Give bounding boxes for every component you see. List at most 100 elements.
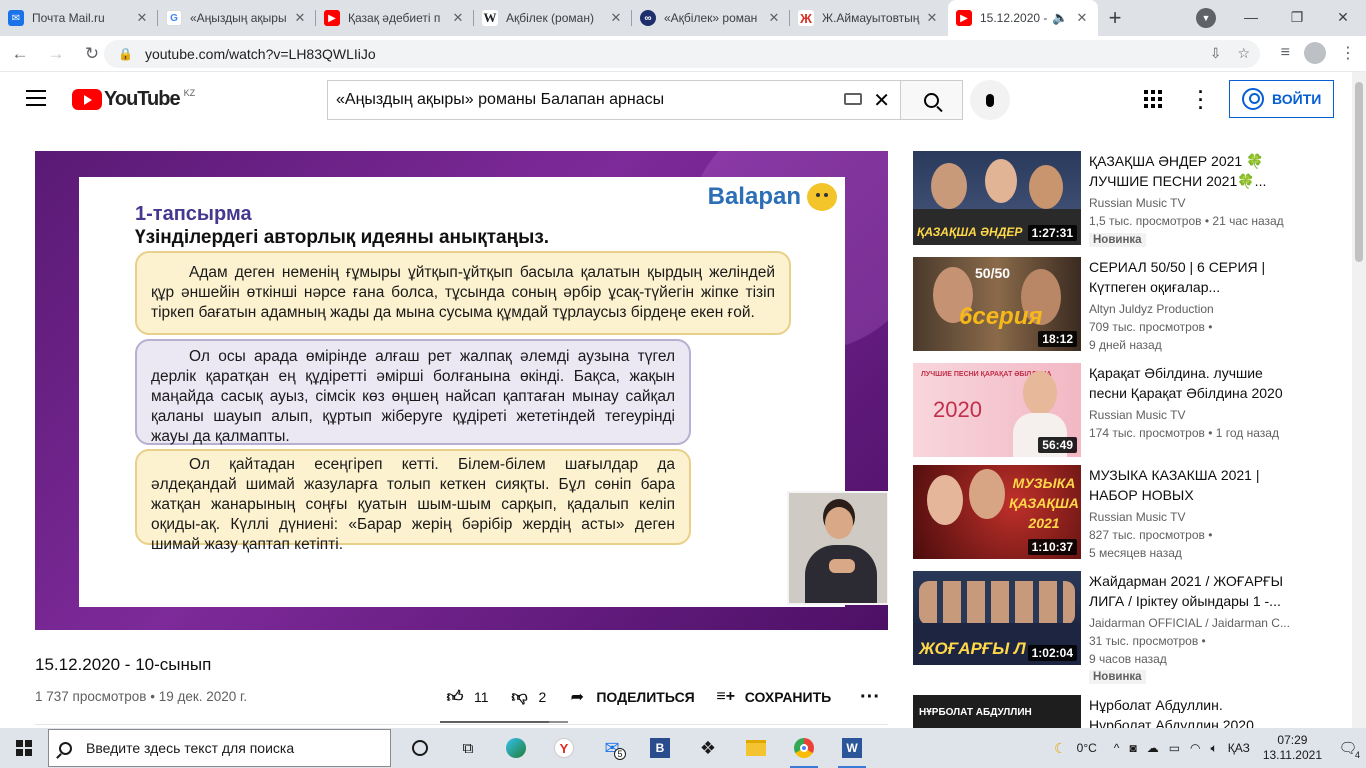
- edge-icon[interactable]: [492, 728, 540, 768]
- word-icon[interactable]: W: [828, 728, 876, 768]
- taskbar-search-input[interactable]: Введите здесь текст для поиска: [48, 729, 391, 767]
- recommended-video[interactable]: ҚАЗАҚША ӘНДЕР 1:27:31 ҚАЗАҚША ӘНДЕР 2021…: [913, 151, 1333, 247]
- start-button[interactable]: [0, 728, 48, 768]
- browser-tab-site[interactable]: ∞ «Ақбілек» роман ✕: [632, 0, 790, 36]
- browser-tab-active[interactable]: ▶ 15.12.2020 - 🔈 ✕: [948, 0, 1098, 36]
- google-icon: G: [166, 10, 182, 26]
- video-thumbnail[interactable]: ҚАЗАҚША ӘНДЕР 1:27:31: [913, 151, 1081, 245]
- tray-expand-icon[interactable]: ^: [1114, 741, 1120, 755]
- new-tab-button[interactable]: +: [1098, 0, 1132, 36]
- video-thumbnail[interactable]: МУЗЫКА ҚАЗАҚША 2021 1:10:37: [913, 465, 1081, 559]
- save-button[interactable]: ≡+ СОХРАНИТЬ: [716, 688, 831, 706]
- youtube-logo[interactable]: YouTube KZ: [72, 88, 195, 111]
- tab-title: Қазақ әдебиеті п: [348, 11, 441, 25]
- keyboard-icon[interactable]: [844, 93, 862, 105]
- video-thumbnail[interactable]: НҰРБОЛАТ АБДУЛЛИН: [913, 695, 1081, 728]
- restore-icon[interactable]: ❐: [1274, 0, 1320, 34]
- close-tab-icon[interactable]: ✕: [766, 10, 782, 26]
- search-button[interactable]: [900, 80, 963, 120]
- install-icon[interactable]: ⇩: [1210, 45, 1222, 62]
- browser-tab-youtube-1[interactable]: ▶ Қазақ әдебиеті п ✕: [316, 0, 474, 36]
- video-player[interactable]: Balapan 1-тапсырма Үзінділердегі авторлы…: [35, 151, 888, 630]
- wifi-icon[interactable]: ◠: [1190, 741, 1200, 755]
- browser-tab-mail[interactable]: ✉ Почта Mail.ru ✕: [0, 0, 158, 36]
- browser-tab-strip: ✉ Почта Mail.ru ✕ G «Аңыздың ақыры ✕ ▶ Қ…: [0, 0, 1366, 36]
- channel-name[interactable]: Altyn Juldyz Production: [1089, 302, 1214, 316]
- more-actions-icon[interactable]: ···: [860, 686, 880, 709]
- view-count: 174 тыс. просмотров • 1 год назад: [1089, 426, 1279, 440]
- thumbnail-text: НҰРБОЛАТ АБДУЛЛИН: [919, 707, 1032, 718]
- forward-icon[interactable]: →: [40, 38, 72, 70]
- lock-icon[interactable]: 🔒: [118, 47, 133, 61]
- close-tab-icon[interactable]: ✕: [134, 10, 150, 26]
- temperature[interactable]: 0°C: [1077, 741, 1097, 755]
- browser-tab-wikipedia[interactable]: W Ақбілек (роман) ✕: [474, 0, 632, 36]
- dropbox-icon[interactable]: ❖: [684, 728, 732, 768]
- yandex-browser-icon[interactable]: Y: [540, 728, 588, 768]
- recommended-video[interactable]: ЛУЧШИЕ ПЕСНИ ҚАРАҚАТ ӘБІЛДИНА 2020 56:49…: [913, 363, 1333, 459]
- video-thumbnail[interactable]: 50/50 6серия 18:12: [913, 257, 1081, 351]
- like-button[interactable]: 👍︎ 11: [446, 688, 489, 706]
- close-tab-icon[interactable]: ✕: [924, 10, 940, 26]
- profile-avatar[interactable]: [1304, 42, 1326, 64]
- app-icon[interactable]: B: [636, 728, 684, 768]
- recommended-video[interactable]: ЖОҒАРҒЫ Л 1:02:04 Жайдарман 2021 / ЖОҒАР…: [913, 571, 1333, 684]
- weather-moon-icon[interactable]: ☾: [1054, 740, 1067, 757]
- video-thumbnail[interactable]: ЖОҒАРҒЫ Л 1:02:04: [913, 571, 1081, 665]
- apps-icon[interactable]: [1144, 90, 1162, 108]
- notification-center-icon[interactable]: 🗨︎ 4: [1330, 728, 1366, 768]
- recommended-video[interactable]: МУЗЫКА ҚАЗАҚША 2021 1:10:37 МУЗЫКА КАЗАК…: [913, 465, 1333, 561]
- speaker-icon: 🔈: [1052, 10, 1069, 25]
- sign-in-button[interactable]: ВОЙТИ: [1229, 80, 1334, 118]
- voice-search-button[interactable]: [970, 80, 1010, 120]
- youtube-icon: ▶: [956, 10, 972, 26]
- search-input[interactable]: «Аңыздың ақыры» романы Балапан арнасы ✕: [327, 80, 900, 120]
- back-icon[interactable]: ←: [4, 38, 36, 70]
- close-window-icon[interactable]: ✕: [1320, 0, 1366, 34]
- chrome-icon[interactable]: [780, 728, 828, 768]
- language-indicator[interactable]: ҚАЗ: [1228, 741, 1250, 755]
- cortana-icon[interactable]: [396, 728, 444, 768]
- close-tab-icon[interactable]: ✕: [1074, 10, 1090, 26]
- sign-in-label: ВОЙТИ: [1272, 91, 1322, 107]
- task-view-icon[interactable]: ⧉: [444, 728, 492, 768]
- share-button[interactable]: ➦ ПОДЕЛИТЬСЯ: [568, 688, 695, 706]
- slide-paragraph-2: Ол осы арада өмірінде алғаш рет жалпақ ә…: [135, 339, 691, 445]
- reading-list-icon[interactable]: ≡: [1281, 44, 1290, 62]
- page-scrollbar[interactable]: [1352, 72, 1366, 728]
- browser-tab-google[interactable]: G «Аңыздың ақыры ✕: [158, 0, 316, 36]
- file-explorer-icon[interactable]: [732, 728, 780, 768]
- browser-menu-icon[interactable]: ⋮: [1340, 43, 1356, 63]
- network-icon[interactable]: ▭: [1169, 741, 1180, 755]
- dislike-button[interactable]: 👎︎ 2: [511, 688, 546, 706]
- settings-menu-icon[interactable]: · · ·: [1198, 83, 1204, 117]
- channel-name[interactable]: Russian Music TV: [1089, 408, 1185, 422]
- bookmark-star-icon[interactable]: ☆: [1237, 45, 1250, 62]
- tab-search-icon[interactable]: ▼: [1196, 8, 1216, 28]
- volume-icon[interactable]: 🔈︎: [1211, 741, 1218, 756]
- tab-title: Ж.Аймауытовтың: [822, 11, 920, 25]
- cloud-icon[interactable]: ☁: [1147, 741, 1159, 755]
- clock[interactable]: 07:29 13.11.2021: [1263, 733, 1322, 763]
- menu-icon[interactable]: [26, 90, 46, 106]
- video-actions: 👍︎ 11 👎︎ 2 ➦ ПОДЕЛИТЬСЯ ≡+ СОХРАНИТЬ: [446, 688, 853, 706]
- channel-name[interactable]: Jaidarman OFFICIAL / Jaidarman C...: [1089, 616, 1290, 630]
- clear-search-icon[interactable]: ✕: [873, 88, 890, 113]
- browser-tab-site-2[interactable]: Ж Ж.Аймауытовтың ✕: [790, 0, 948, 36]
- chick-icon: [807, 183, 837, 211]
- scrollbar-thumb[interactable]: [1355, 82, 1363, 262]
- youtube-icon: ▶: [324, 10, 340, 26]
- recommended-video[interactable]: 50/50 6серия 18:12 СЕРИАЛ 50/50 | 6 СЕРИ…: [913, 257, 1333, 353]
- webcam-icon[interactable]: ◙: [1129, 741, 1136, 755]
- video-title: Қарақат Әбілдина. лучшие песни Қарақат Ә…: [1089, 365, 1283, 401]
- close-tab-icon[interactable]: ✕: [292, 10, 308, 26]
- mail-icon[interactable]: ✉ 5: [588, 728, 636, 768]
- address-bar[interactable]: 🔒 youtube.com/watch?v=LH83QWLIiJo ⇩ ☆: [104, 40, 1260, 68]
- recommended-video[interactable]: НҰРБОЛАТ АБДУЛЛИН Нұрболат Абдуллин. Нұр…: [913, 695, 1333, 728]
- video-thumbnail[interactable]: ЛУЧШИЕ ПЕСНИ ҚАРАҚАТ ӘБІЛДИНА 2020 56:49: [913, 363, 1081, 457]
- close-tab-icon[interactable]: ✕: [608, 10, 624, 26]
- minimize-icon[interactable]: —: [1228, 0, 1274, 34]
- channel-name[interactable]: Russian Music TV: [1089, 510, 1185, 524]
- channel-name[interactable]: Russian Music TV: [1089, 196, 1185, 210]
- close-tab-icon[interactable]: ✕: [450, 10, 466, 26]
